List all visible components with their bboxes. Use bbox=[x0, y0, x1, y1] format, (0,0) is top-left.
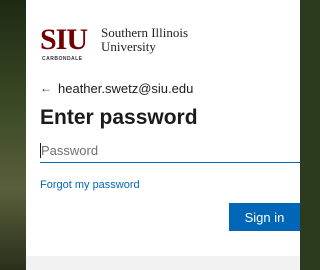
signin-card: SIU CARBONDALE Southern Illinois Univers… bbox=[26, 0, 300, 256]
logo-subtext: CARBONDALE bbox=[42, 56, 83, 62]
password-input[interactable] bbox=[40, 139, 300, 163]
left-arrow-icon: ← bbox=[40, 81, 52, 95]
background-image bbox=[0, 0, 26, 270]
logo-name-line2: University bbox=[101, 39, 156, 54]
logo-name-line1: Southern Illinois bbox=[101, 25, 189, 40]
footer-strip bbox=[26, 256, 300, 270]
forgot-password-link[interactable]: Forgot my password bbox=[40, 179, 140, 191]
siu-logo: SIU CARBONDALE Southern Illinois Univers… bbox=[40, 25, 200, 65]
logo-mark: SIU bbox=[40, 23, 88, 56]
account-email: heather.swetz@siu.edu bbox=[58, 80, 194, 96]
back-button[interactable]: ← heather.swetz@siu.edu bbox=[40, 80, 193, 96]
logo-name: Southern Illinois University bbox=[101, 26, 188, 54]
text-caret bbox=[40, 143, 41, 158]
page-title: Enter password bbox=[40, 106, 198, 129]
sign-in-button[interactable]: Sign in bbox=[229, 203, 300, 231]
